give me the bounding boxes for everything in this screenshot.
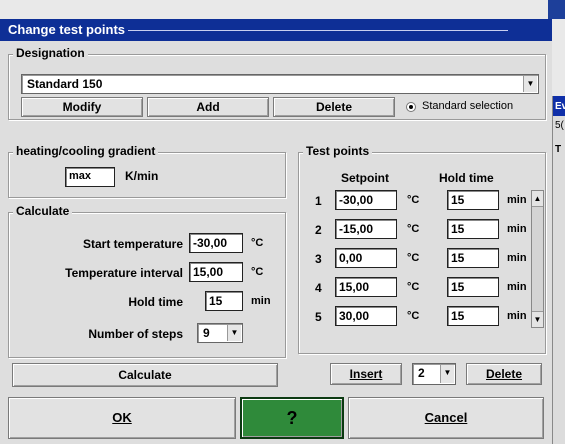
start-temperature-unit: °C <box>251 237 264 249</box>
standard-selection-radio[interactable] <box>406 102 416 112</box>
hold-time-input[interactable]: 15 <box>205 291 243 311</box>
temperature-interval-unit: °C <box>251 266 264 278</box>
chevron-down-icon[interactable]: ▼ <box>227 325 241 341</box>
start-temperature-input[interactable]: -30,00 <box>189 233 243 253</box>
setpoint-unit: °C <box>407 281 420 293</box>
hold-unit: min <box>507 194 527 206</box>
designation-select[interactable]: Standard 150 ▼ <box>21 74 539 94</box>
hold-time-cell-input[interactable]: 15 <box>447 306 499 326</box>
number-of-steps-select[interactable]: 9 ▼ <box>197 323 243 343</box>
test-points-legend: Test points <box>303 144 373 158</box>
hold-time-cell-input[interactable]: 15 <box>447 219 499 239</box>
gradient-legend: heating/cooling gradient <box>13 144 159 158</box>
row-number: 2 <box>315 223 322 237</box>
dialog-title: Change test points <box>8 22 126 37</box>
calculate-legend: Calculate <box>13 204 73 218</box>
designation-group: Designation Standard 150 ▼ Modify Add De… <box>8 46 546 120</box>
position-select[interactable]: 2 ▼ <box>412 363 456 385</box>
test-points-group: Test points Setpoint Hold time 1 -30,00 … <box>298 144 546 354</box>
setpoint-unit: °C <box>407 194 420 206</box>
hold-unit: min <box>507 310 527 322</box>
setpoint-header: Setpoint <box>341 171 389 185</box>
background-window-titlebar <box>548 0 565 19</box>
change-test-points-dialog: Change test points Designation Standard … <box>0 19 552 444</box>
temperature-interval-label: Temperature interval <box>65 266 183 280</box>
cancel-button[interactable]: Cancel <box>348 397 544 439</box>
background-window-title: Ev <box>553 96 565 116</box>
delete-designation-button[interactable]: Delete <box>273 97 395 117</box>
background-window-text: 5( <box>555 120 564 131</box>
calculate-group: Calculate Start temperature -30,00 °C Te… <box>8 204 286 358</box>
insert-button[interactable]: Insert <box>330 363 402 385</box>
designation-selected-value: Standard 150 <box>27 77 103 91</box>
hold-time-cell-input[interactable]: 15 <box>447 248 499 268</box>
number-of-steps-value: 9 <box>203 326 210 340</box>
standard-selection-label: Standard selection <box>422 100 514 112</box>
setpoint-input[interactable]: -15,00 <box>335 219 397 239</box>
hold-unit: min <box>507 223 527 235</box>
hold-time-unit: min <box>251 295 271 307</box>
setpoint-unit: °C <box>407 310 420 322</box>
row-number: 3 <box>315 252 322 266</box>
setpoint-input[interactable]: 30,00 <box>335 306 397 326</box>
hold-unit: min <box>507 281 527 293</box>
temperature-interval-input[interactable]: 15,00 <box>189 262 243 282</box>
background-window-text: T <box>555 144 562 155</box>
title-divider <box>128 30 509 32</box>
number-of-steps-label: Number of steps <box>88 327 183 341</box>
row-number: 5 <box>315 310 322 324</box>
gradient-group: heating/cooling gradient max K/min <box>8 144 286 198</box>
calculate-button[interactable]: Calculate <box>12 363 278 387</box>
background-window: Ev 5( T <box>552 96 565 444</box>
start-temperature-label: Start temperature <box>82 237 183 251</box>
setpoint-input[interactable]: 0,00 <box>335 248 397 268</box>
row-number: 1 <box>315 194 322 208</box>
hold-time-cell-input[interactable]: 15 <box>447 190 499 210</box>
hold-unit: min <box>507 252 527 264</box>
position-select-value: 2 <box>418 366 425 380</box>
gradient-input[interactable]: max <box>65 167 115 187</box>
setpoint-input[interactable]: -30,00 <box>335 190 397 210</box>
setpoint-input[interactable]: 15,00 <box>335 277 397 297</box>
test-points-scrollbar[interactable]: ▲ ▼ <box>531 190 544 328</box>
setpoint-unit: °C <box>407 223 420 235</box>
designation-legend: Designation <box>13 46 88 60</box>
modify-button[interactable]: Modify <box>21 97 143 117</box>
gradient-unit: K/min <box>125 169 159 183</box>
chevron-down-icon[interactable]: ▼ <box>440 365 454 383</box>
add-button[interactable]: Add <box>147 97 269 117</box>
row-number: 4 <box>315 281 322 295</box>
setpoint-unit: °C <box>407 252 420 264</box>
scroll-down-icon[interactable]: ▼ <box>532 311 543 327</box>
dialog-titlebar: Change test points <box>0 19 552 41</box>
hold-time-cell-input[interactable]: 15 <box>447 277 499 297</box>
help-button[interactable]: ? <box>240 397 344 439</box>
scroll-up-icon[interactable]: ▲ <box>532 191 543 207</box>
chevron-down-icon[interactable]: ▼ <box>523 76 537 92</box>
ok-button[interactable]: OK <box>8 397 236 439</box>
hold-time-label: Hold time <box>128 295 183 309</box>
hold-time-header: Hold time <box>439 171 494 185</box>
delete-test-point-button[interactable]: Delete <box>466 363 542 385</box>
